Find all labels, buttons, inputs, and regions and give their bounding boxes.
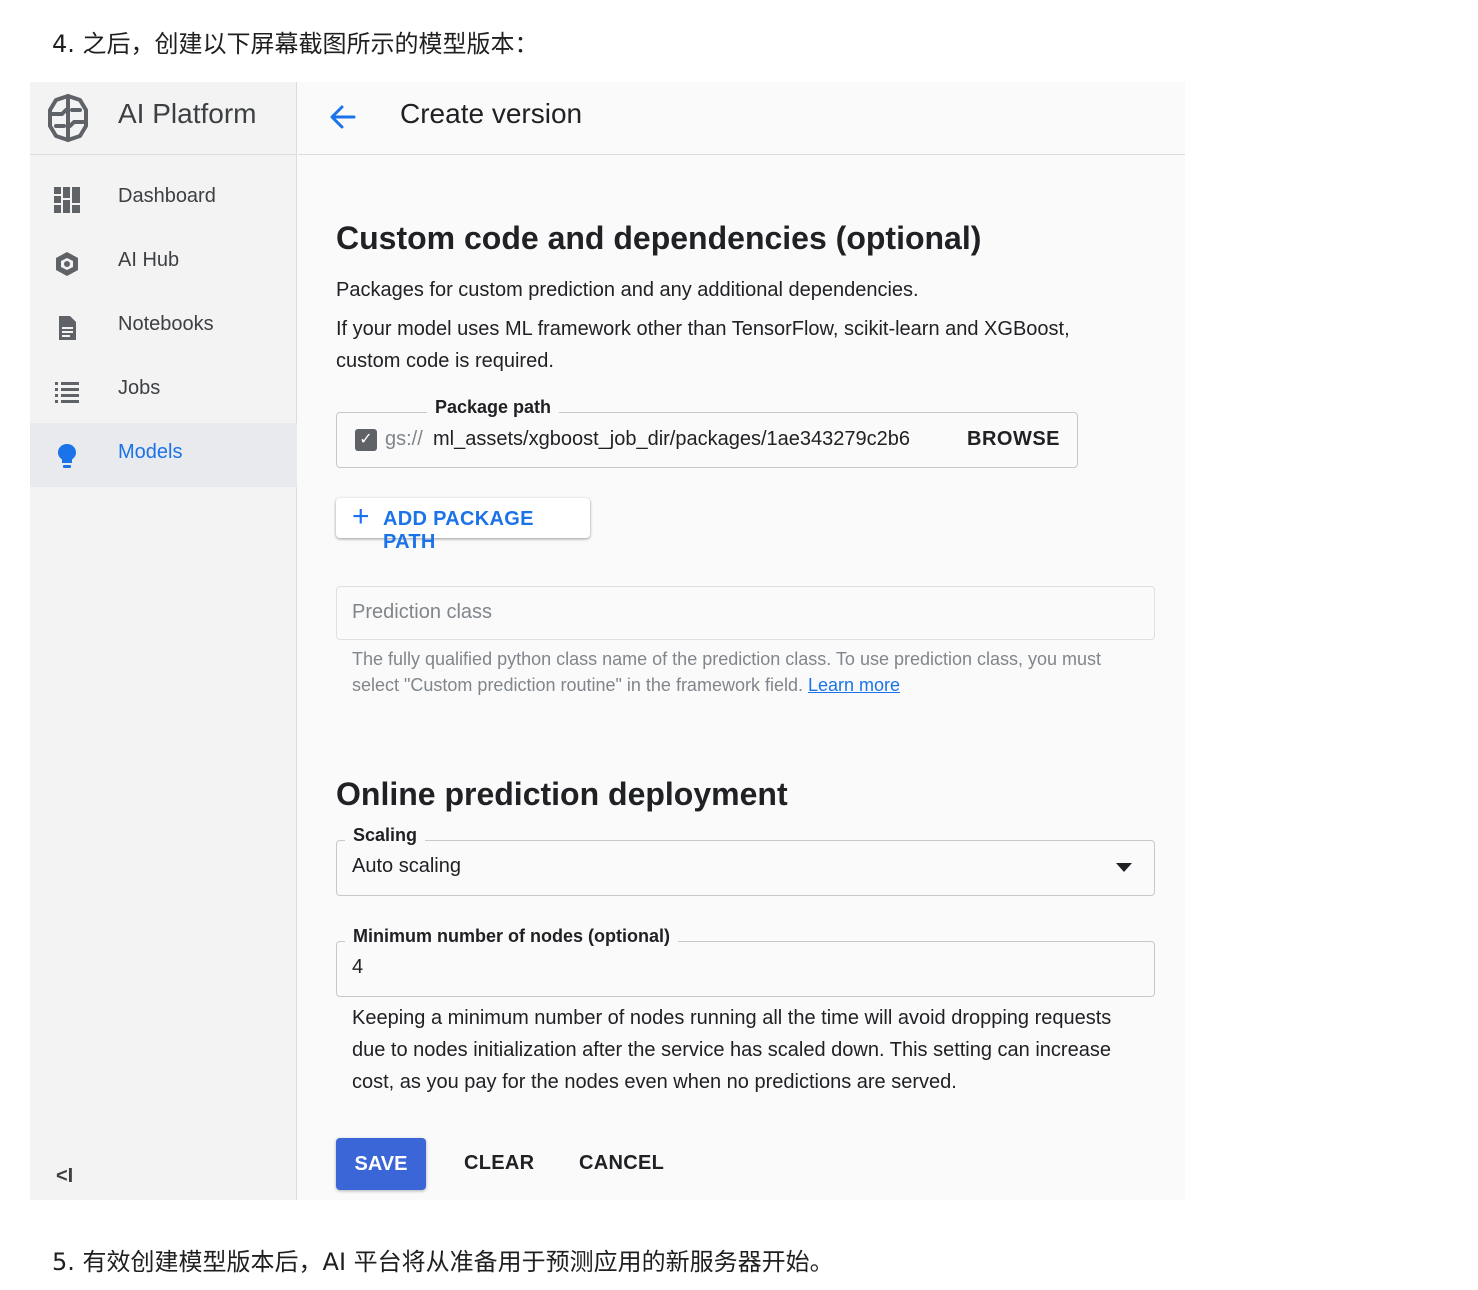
sidebar-item-label: Dashboard [118,185,216,207]
package-path-input[interactable]: ml_assets/xgboost_job_dir/packages/1ae34… [433,428,933,454]
sidebar-item-jobs[interactable]: Jobs [30,359,297,423]
sidebar-item-label: AI Hub [118,249,180,271]
learn-more-link[interactable]: Learn more [808,675,900,695]
sidebar-item-label: Models [118,441,183,463]
package-path-field[interactable]: Package path ✓ gs:// ml_assets/xgboost_j… [336,397,1078,468]
ai-platform-brain-icon [48,94,88,142]
package-path-label: Package path [427,397,560,418]
add-package-path-button[interactable]: + ADD PACKAGE PATH [336,498,590,553]
deployment-heading: Online prediction deployment [336,776,788,812]
collapse-sidebar-icon[interactable]: <I [56,1165,73,1188]
sidebar: AI Platform Dashboard AI Hub Notebooks J… [30,82,297,1200]
scaling-label: Scaling [345,825,426,846]
page-header: Create version [298,82,1185,155]
sidebar-item-ai-hub[interactable]: AI Hub [30,231,297,295]
sidebar-item-label: Notebooks [118,313,214,335]
notebook-icon [59,316,76,340]
custom-code-desc-1: Packages for custom prediction and any a… [336,279,919,301]
min-nodes-label: Minimum number of nodes (optional) [345,926,678,947]
prediction-class-hint-text: The fully qualified python class name of… [352,649,1102,695]
ai-hub-icon [56,252,78,276]
brand-header: AI Platform [30,82,297,155]
page-title: Create version [400,98,583,129]
min-nodes-help: Keeping a minimum number of nodes runnin… [352,1007,1112,1093]
plus-icon: + [352,500,370,533]
prediction-class-field[interactable]: Prediction class [336,586,1155,640]
doc-step-5-text: 5. 有效创建模型版本后，AI 平台将从准备用于预测应用的新服务器开始。 [52,1248,834,1276]
custom-code-desc-2: If your model uses ML framework other th… [336,318,1070,372]
min-nodes-input[interactable]: 4 [352,956,363,979]
gs-prefix: gs:// [385,428,423,450]
add-package-path-label: ADD PACKAGE PATH [383,508,534,553]
dashboard-icon [54,187,80,213]
custom-code-heading: Custom code and dependencies (optional) [336,220,982,256]
prediction-class-placeholder: Prediction class [352,601,493,623]
clear-button[interactable]: CLEAR [464,1152,534,1175]
app-name: AI Platform [118,98,257,129]
scaling-select[interactable]: Scaling Auto scaling [336,825,1155,896]
sidebar-item-label: Jobs [118,377,161,399]
cancel-button[interactable]: CANCEL [579,1152,664,1175]
doc-step-4-text: 4. 之后，创建以下屏幕截图所示的模型版本： [52,30,539,58]
sidebar-item-models[interactable]: Models [30,423,297,487]
sidebar-item-notebooks[interactable]: Notebooks [30,295,297,359]
scaling-value: Auto scaling [352,855,461,877]
package-path-checkbox[interactable]: ✓ [355,429,377,451]
dropdown-arrow-icon [1116,863,1132,872]
save-button[interactable]: SAVE [336,1138,426,1190]
min-nodes-field[interactable]: Minimum number of nodes (optional) 4 [336,926,1155,997]
arrow-back-icon[interactable] [326,100,360,134]
sidebar-item-dashboard[interactable]: Dashboard [30,167,297,231]
lightbulb-icon [58,444,76,468]
list-icon [55,382,79,403]
prediction-class-hint: The fully qualified python class name of… [352,646,1142,698]
browse-button[interactable]: BROWSE [967,428,1060,451]
ai-platform-screenshot: AI Platform Dashboard AI Hub Notebooks J… [30,82,1185,1200]
